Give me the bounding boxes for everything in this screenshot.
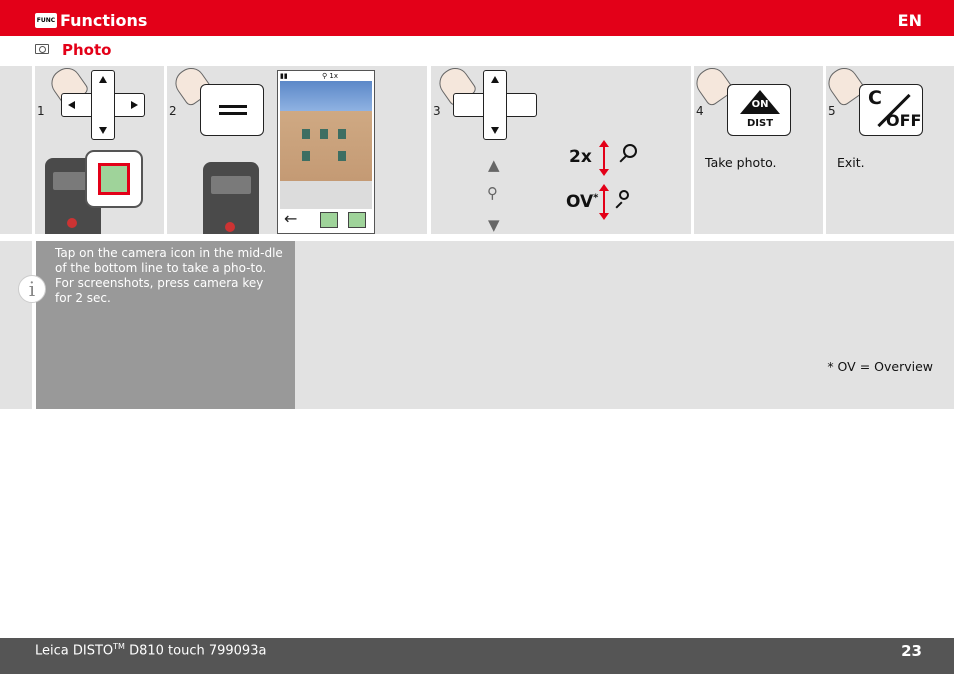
clear-off-key-icon: C OFF xyxy=(859,84,923,136)
gallery-icon[interactable] xyxy=(348,212,366,228)
camera-button-icon[interactable] xyxy=(320,212,338,228)
step-number: 5 xyxy=(828,104,836,118)
zoom-level: 1x xyxy=(329,72,338,80)
step-1-panel: 1 xyxy=(35,66,164,234)
magnifier-icon: ⚲ xyxy=(322,72,328,80)
step-number: 2 xyxy=(169,104,177,118)
info-strip xyxy=(0,241,32,409)
subsection-title: Photo xyxy=(62,41,112,59)
side-strip xyxy=(0,66,32,234)
section-title: Functions xyxy=(60,11,148,30)
zoom-out-icon xyxy=(619,190,629,200)
step-4-panel: 4 ON DIST Take photo. xyxy=(694,66,823,234)
step-description: Exit. xyxy=(837,155,865,170)
camera-preview xyxy=(280,81,372,181)
footnote: * OV = Overview xyxy=(827,359,933,374)
page-header: FUNC Functions EN xyxy=(0,0,954,36)
magnifier-icon: ⚲ xyxy=(487,184,498,202)
info-panel: * OV = Overview xyxy=(295,241,954,409)
zoom-readout: ⚲ 1x xyxy=(322,72,338,80)
info-box: Tap on the camera icon in the mid-dle of… xyxy=(36,241,295,409)
step-2-panel: 2 ▮▮ ⚲ 1x ← xyxy=(167,66,427,234)
zoom-in-icon xyxy=(623,144,637,158)
battery-icon: ▮▮ xyxy=(280,72,288,80)
zoom-in-arrow-icon: ▲ xyxy=(488,156,500,174)
zoom-2x-label: 2x xyxy=(569,147,592,167)
info-text: Tap on the camera icon in the mid-dle of… xyxy=(55,246,283,275)
product-name: Leica DISTOTM D810 touch 799093a xyxy=(35,642,267,659)
on-dist-key-icon: ON DIST xyxy=(727,84,791,136)
device-icon xyxy=(203,162,259,234)
info-icon: i xyxy=(18,275,46,303)
language-code: EN xyxy=(897,11,922,30)
up-down-arrow-icon xyxy=(599,184,609,220)
dpad-icon xyxy=(453,70,537,140)
info-row: i Tap on the camera icon in the mid-dle … xyxy=(0,241,954,409)
zoom-out-arrow-icon: ▼ xyxy=(488,216,500,234)
step-5-panel: 5 C OFF Exit. xyxy=(826,66,954,234)
photo-key-icon xyxy=(85,150,143,208)
page-number: 23 xyxy=(901,642,922,660)
step-number: 1 xyxy=(37,104,45,118)
screen-bottom-bar: ← xyxy=(280,209,372,231)
step-description: Take photo. xyxy=(705,155,777,170)
step-number: 3 xyxy=(433,104,441,118)
back-arrow-icon[interactable]: ← xyxy=(284,209,297,228)
step-3-panel: 3 ▲ ⚲ ▼ 2x OV* xyxy=(431,66,691,234)
dpad-icon xyxy=(61,70,145,140)
camera-icon xyxy=(35,44,49,54)
steps-row: 1 2 ▮▮ ⚲ 1x ← 3 ▲ ⚲ ▼ 2x OV* 4 ON DIST T… xyxy=(0,66,954,234)
step-number: 4 xyxy=(696,104,704,118)
page-footer: Leica DISTOTM D810 touch 799093a 23 xyxy=(0,638,954,674)
menu-key-icon xyxy=(200,84,264,136)
overview-label: OV* xyxy=(566,192,599,212)
up-down-arrow-icon xyxy=(599,140,609,176)
func-icon: FUNC xyxy=(35,13,57,28)
info-text: For screenshots, press camera key for 2 … xyxy=(55,276,264,305)
device-screen: ▮▮ ⚲ 1x ← xyxy=(277,70,375,234)
screen-blank-area xyxy=(280,181,372,209)
